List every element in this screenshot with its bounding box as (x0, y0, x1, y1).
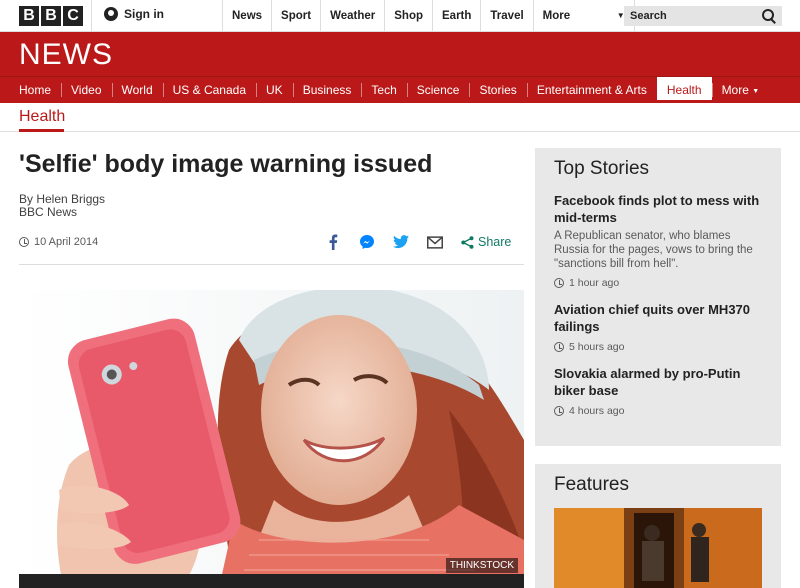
image-credit: THINKSTOCK (445, 558, 518, 573)
features-panel: Features (535, 464, 781, 588)
bbc-logo-letter: B (41, 6, 61, 26)
top-nav-sport[interactable]: Sport (271, 0, 320, 32)
facebook-icon[interactable] (325, 234, 341, 250)
clock-icon (19, 237, 29, 247)
bbc-logo-letter: B (19, 6, 39, 26)
story-time-text: 5 hours ago (569, 341, 625, 353)
feature-photo (554, 508, 762, 588)
divider (91, 0, 92, 32)
bbc-logo[interactable]: B B C (19, 6, 83, 26)
nav-item-more[interactable]: More ▼ (711, 77, 770, 103)
article-date-text: 10 April 2014 (34, 236, 99, 248)
nav-item-world[interactable]: World (111, 77, 163, 103)
story-time-text: 4 hours ago (569, 405, 625, 417)
nav-item-video[interactable]: Video (61, 77, 111, 103)
section-underline (19, 129, 64, 132)
article-headline: 'Selfie' body image warning issued (19, 150, 433, 178)
story-time-text: 1 hour ago (569, 277, 620, 289)
search-box (624, 6, 782, 26)
top-story-item[interactable]: Facebook finds plot to mess with mid-ter… (554, 192, 762, 289)
image-caption-bar (19, 574, 524, 588)
article-date: 10 April 2014 (19, 236, 98, 248)
sign-in-label: Sign in (124, 7, 164, 21)
story-time: 5 hours ago (554, 341, 762, 353)
article-hero-image: THINKSTOCK (19, 290, 524, 588)
nav-item-tech[interactable]: Tech (361, 77, 406, 103)
story-title[interactable]: Aviation chief quits over MH370 failings (554, 301, 762, 335)
top-story-item[interactable]: Aviation chief quits over MH370 failings… (554, 301, 762, 353)
nav-item-uk[interactable]: UK (256, 77, 293, 103)
sign-in-link[interactable]: Sign in (104, 7, 164, 21)
nav-item-science[interactable]: Science (406, 77, 470, 103)
top-stories-title: Top Stories (554, 158, 650, 179)
top-nav-news[interactable]: News (222, 0, 271, 32)
share-label: Share (478, 235, 512, 249)
selfie-photo (19, 290, 524, 588)
clock-icon (554, 278, 564, 288)
nav-item-stories[interactable]: Stories (469, 77, 526, 103)
top-nav-more-label: More (542, 10, 571, 22)
search-icon[interactable] (762, 9, 776, 23)
user-icon (104, 7, 118, 21)
news-logo[interactable]: NEWS (19, 38, 113, 72)
share-button[interactable]: Share (461, 235, 511, 249)
nav-item-health[interactable]: Health (656, 77, 712, 103)
top-nav-travel[interactable]: Travel (480, 0, 532, 32)
news-header: NEWS (0, 32, 800, 76)
features-title: Features (554, 474, 629, 495)
search-input[interactable] (630, 10, 750, 22)
top-nav-shop[interactable]: Shop (384, 0, 432, 32)
story-time: 1 hour ago (554, 277, 762, 289)
share-icon (461, 235, 474, 249)
top-nav-weather[interactable]: Weather (320, 0, 384, 32)
byline: By Helen Briggs BBC News (19, 193, 105, 219)
article-divider (19, 264, 524, 265)
story-title[interactable]: Facebook finds plot to mess with mid-ter… (554, 192, 762, 226)
story-time: 4 hours ago (554, 405, 762, 417)
clock-icon (554, 406, 564, 416)
bbc-top-bar: B B C Sign in News Sport Weather Shop Ea… (0, 0, 800, 32)
author-outlet: BBC News (19, 205, 78, 219)
top-nav: News Sport Weather Shop Earth Travel Mor… (222, 0, 635, 32)
top-nav-earth[interactable]: Earth (432, 0, 480, 32)
section-divider (0, 131, 800, 132)
twitter-icon[interactable] (393, 234, 409, 250)
share-tools: Share (325, 234, 511, 250)
section-title[interactable]: Health (19, 108, 65, 126)
nav-item-us-canada[interactable]: US & Canada (162, 77, 256, 103)
email-icon[interactable] (427, 234, 443, 250)
clock-icon (554, 342, 564, 352)
feature-image[interactable] (554, 508, 762, 588)
story-summary: A Republican senator, who blames Russia … (554, 230, 753, 270)
nav-more-label: More (721, 83, 749, 97)
top-stories-panel: Top Stories Facebook finds plot to mess … (535, 148, 781, 446)
nav-item-business[interactable]: Business (292, 77, 362, 103)
nav-item-entertainment-arts[interactable]: Entertainment & Arts (526, 77, 657, 103)
top-story-item[interactable]: Slovakia alarmed by pro-Putin biker base… (554, 365, 762, 417)
bbc-logo-letter: C (63, 6, 83, 26)
caret-down-icon: ▼ (752, 88, 760, 95)
top-nav-more[interactable]: More ▼ (532, 0, 635, 32)
nav-item-home[interactable]: Home (9, 77, 61, 103)
messenger-icon[interactable] (359, 234, 375, 250)
news-nav: Home Video World US & Canada UK Business… (0, 76, 800, 103)
story-title[interactable]: Slovakia alarmed by pro-Putin biker base (554, 365, 762, 399)
